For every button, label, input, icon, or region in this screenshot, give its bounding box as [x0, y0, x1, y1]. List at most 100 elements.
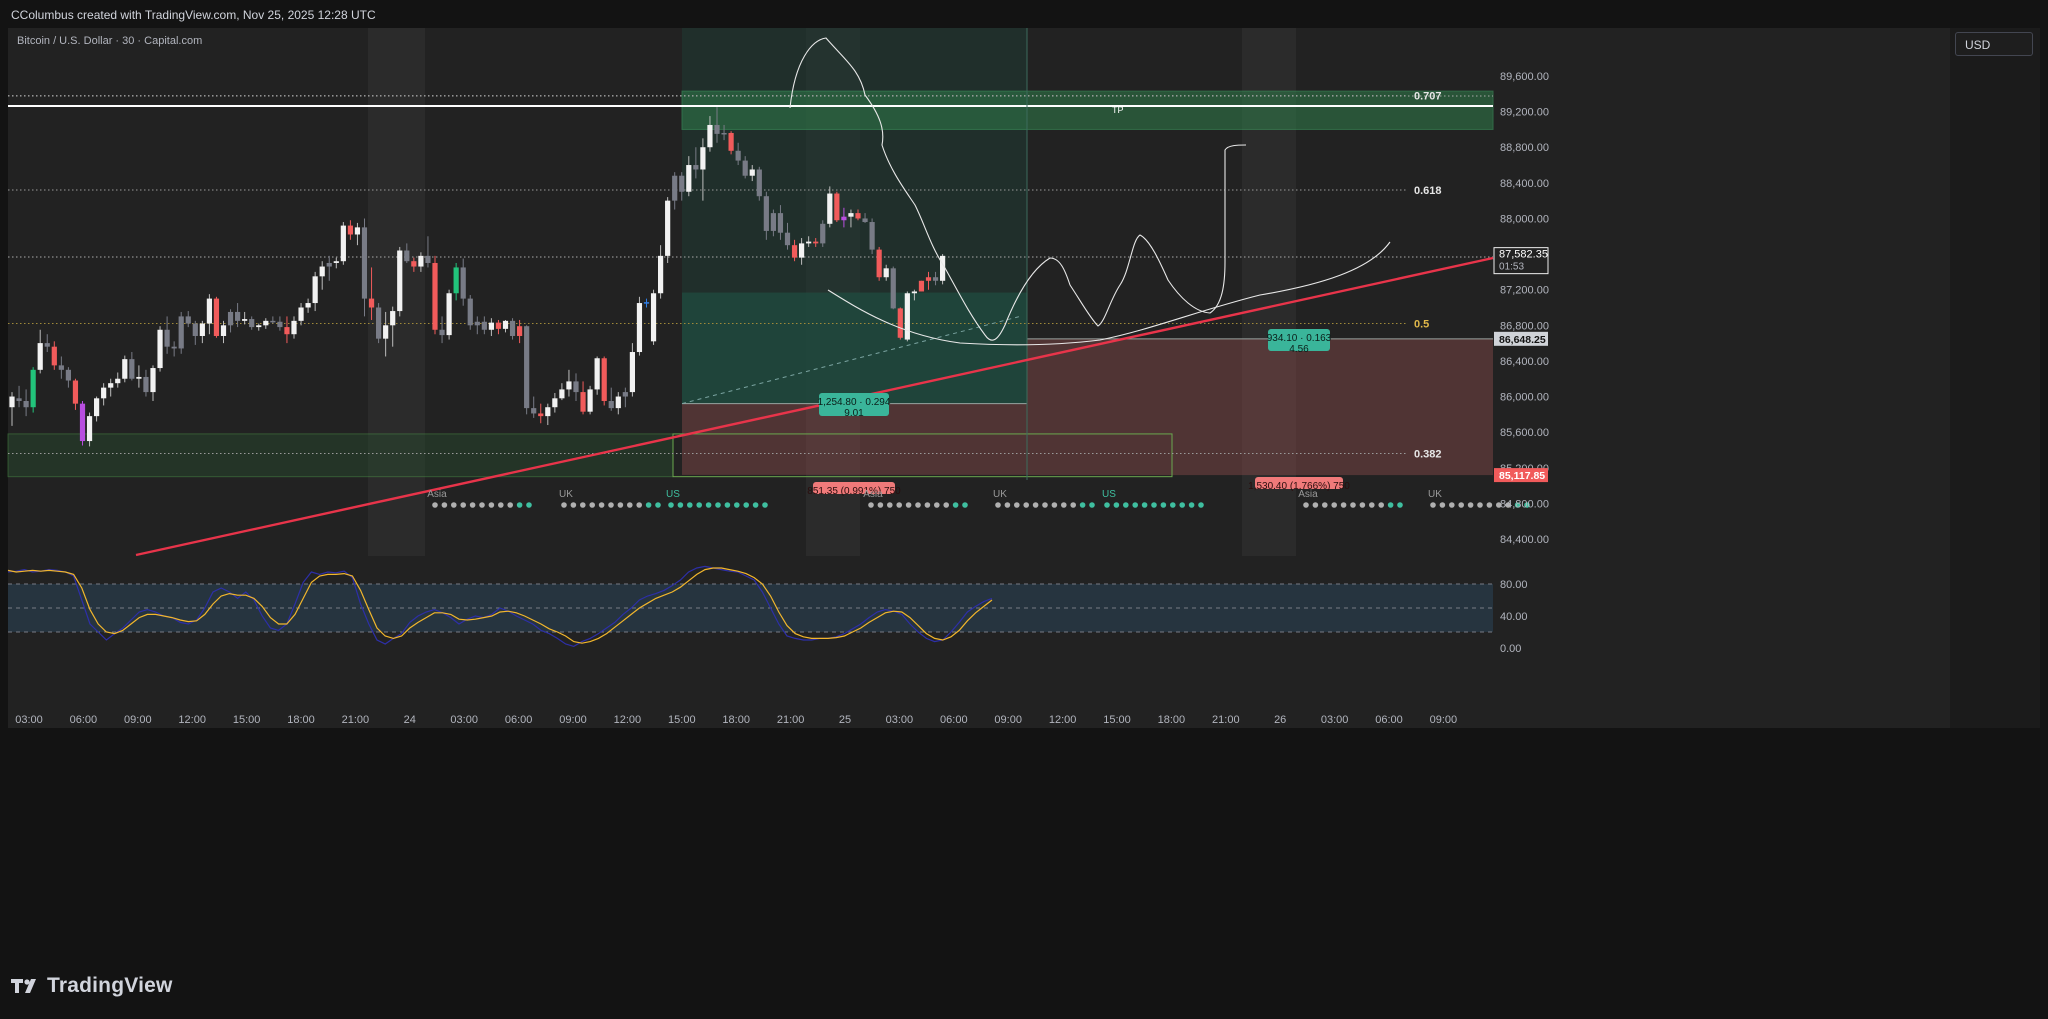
candle-body[interactable]	[601, 358, 607, 401]
candle-body[interactable]	[51, 346, 57, 366]
candle-body[interactable]	[397, 250, 403, 312]
candle-body[interactable]	[524, 326, 530, 409]
candle-body[interactable]	[30, 369, 36, 408]
candle-body[interactable]	[446, 293, 452, 336]
candle-body[interactable]	[404, 250, 410, 262]
candle-body[interactable]	[79, 403, 86, 442]
candle-body[interactable]	[312, 276, 318, 304]
candle-body[interactable]	[517, 326, 523, 336]
candle-body[interactable]	[629, 352, 635, 393]
candle-body[interactable]	[806, 241, 812, 244]
candle-body[interactable]	[763, 196, 769, 231]
candle-body[interactable]	[552, 398, 558, 408]
candle-body[interactable]	[545, 407, 551, 417]
candle-body[interactable]	[813, 241, 819, 244]
candle-body[interactable]	[94, 398, 100, 417]
stop-label-1[interactable]: 851.35 (0.991%) 750	[807, 482, 901, 497]
candle-body[interactable]	[848, 213, 854, 217]
candle-body[interactable]	[502, 320, 509, 329]
candle-body[interactable]	[291, 320, 297, 335]
candle-body[interactable]	[411, 261, 417, 267]
tradingview-logo[interactable]: TradingView	[11, 974, 173, 998]
candle-body[interactable]	[129, 359, 135, 379]
candle-body[interactable]	[636, 303, 643, 353]
candle-body[interactable]	[883, 268, 889, 278]
candle-body[interactable]	[319, 266, 325, 277]
candle-body[interactable]	[270, 320, 276, 323]
candle-body[interactable]	[791, 245, 798, 258]
chart-area[interactable]: 0.707 0.618 0.5 0.382 TP 1,254.80 · 0.294 9.0…	[0, 0, 2048, 1014]
candle-body[interactable]	[86, 416, 93, 442]
candle-body[interactable]	[820, 223, 826, 244]
candle-body[interactable]	[728, 132, 734, 151]
candle-body[interactable]	[227, 311, 234, 326]
candle-body[interactable]	[855, 213, 861, 219]
candle-body[interactable]	[742, 160, 748, 176]
position-label-1[interactable]: 1,254.80 · 0.2949.01	[818, 393, 891, 419]
candle-body[interactable]	[418, 255, 424, 267]
candle-body[interactable]	[192, 323, 198, 336]
candle-body[interactable]	[72, 380, 79, 404]
candle-body[interactable]	[784, 232, 791, 246]
candle-body[interactable]	[643, 302, 650, 304]
candle-body[interactable]	[340, 225, 346, 262]
candle-body[interactable]	[918, 280, 925, 292]
candle-body[interactable]	[890, 268, 896, 309]
candle-body[interactable]	[185, 316, 191, 324]
candle-body[interactable]	[897, 308, 903, 338]
candle-body[interactable]	[488, 322, 494, 330]
candle-body[interactable]	[178, 316, 184, 349]
candle-body[interactable]	[115, 378, 121, 384]
candle-body[interactable]	[65, 369, 71, 381]
candle-body[interactable]	[150, 368, 156, 393]
candle-body[interactable]	[157, 329, 163, 369]
candle-body[interactable]	[242, 319, 248, 321]
candle-body[interactable]	[834, 193, 840, 221]
candle-body[interactable]	[361, 227, 368, 299]
candle-body[interactable]	[827, 193, 833, 224]
upper-projection-zone[interactable]	[682, 22, 1027, 292]
candle-body[interactable]	[876, 249, 882, 278]
candle-body[interactable]	[721, 132, 727, 135]
candle-body[interactable]	[650, 293, 657, 342]
candle-body[interactable]	[904, 293, 910, 340]
candle-body[interactable]	[777, 213, 784, 233]
tp-target-zone[interactable]	[681, 90, 1494, 130]
candle-body[interactable]	[474, 321, 480, 326]
candle-body[interactable]	[383, 325, 389, 339]
candle-body[interactable]	[714, 124, 720, 134]
candle-body[interactable]	[686, 165, 692, 192]
position-target-zone[interactable]	[682, 292, 1027, 404]
candle-body[interactable]	[333, 261, 339, 263]
candle-body[interactable]	[700, 147, 706, 170]
candle-body[interactable]	[608, 400, 614, 409]
candle-body[interactable]	[171, 346, 177, 349]
candle-body[interactable]	[559, 389, 565, 399]
chart-svg[interactable]: 0.707 0.618 0.5 0.382 TP 1,254.80 · 0.2949.0…	[0, 0, 2048, 1014]
candle-body[interactable]	[213, 298, 220, 336]
candle-body[interactable]	[587, 389, 593, 412]
candle-body[interactable]	[770, 213, 776, 231]
candle-body[interactable]	[911, 291, 917, 294]
candle-body[interactable]	[707, 124, 713, 148]
demand-zone-left[interactable]	[7, 433, 674, 478]
candle-body[interactable]	[580, 392, 586, 412]
candle-body[interactable]	[235, 311, 241, 321]
candle-body[interactable]	[326, 262, 332, 267]
candle-body[interactable]	[869, 222, 875, 250]
candle-body[interactable]	[249, 319, 255, 328]
candle-body[interactable]	[206, 298, 212, 324]
candle-body[interactable]	[531, 408, 537, 414]
candle-body[interactable]	[122, 359, 128, 379]
candle-body[interactable]	[256, 325, 262, 328]
candle-body[interactable]	[108, 383, 114, 388]
candle-body[interactable]	[277, 321, 283, 328]
candle-body[interactable]	[862, 218, 868, 223]
candle-body[interactable]	[679, 175, 685, 192]
candle-body[interactable]	[143, 376, 149, 393]
candle-body[interactable]	[354, 227, 361, 235]
candle-body[interactable]	[9, 396, 15, 408]
candle-body[interactable]	[298, 307, 304, 321]
candle-body[interactable]	[566, 381, 572, 390]
candle-body[interactable]	[390, 311, 396, 326]
